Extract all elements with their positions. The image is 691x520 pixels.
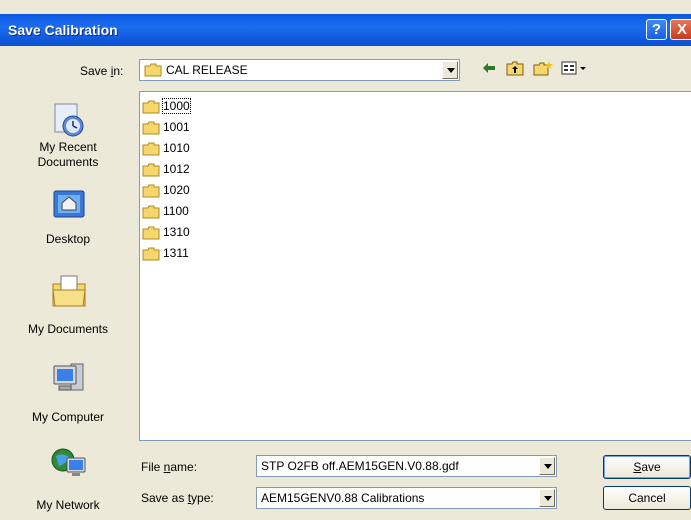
folder-icon xyxy=(142,163,160,177)
place-label: Desktop xyxy=(45,232,91,246)
recent-documents-icon xyxy=(51,102,87,138)
file-name-text: 1310 xyxy=(163,225,190,239)
list-item[interactable]: 1012 xyxy=(142,160,190,178)
list-item[interactable]: 1010 xyxy=(142,139,190,157)
my-documents-icon xyxy=(51,274,87,310)
file-list[interactable]: 1000 1001 1010 1012 1020 1100 1310 1311 xyxy=(139,91,691,441)
folder-icon xyxy=(142,205,160,219)
file-name-dropdown-arrow[interactable] xyxy=(539,457,555,475)
file-name-text: 1012 xyxy=(163,162,190,176)
folder-icon xyxy=(144,63,162,77)
new-folder-icon[interactable] xyxy=(532,60,554,80)
save-as-type-dropdown-arrow[interactable] xyxy=(539,489,555,507)
title-bar[interactable]: Save Calibration ? X xyxy=(0,14,691,46)
folder-icon xyxy=(142,121,160,135)
folder-icon xyxy=(142,184,160,198)
file-name-label: File name: xyxy=(141,460,198,474)
place-label: My Computer xyxy=(31,410,105,424)
places-bar: My Recent Documents Desktop My Documents… xyxy=(10,94,126,520)
file-name-text: 1001 xyxy=(163,120,190,134)
list-item[interactable]: 1100 xyxy=(142,202,189,220)
save-as-type-select[interactable]: AEM15GENV0.88 Calibrations xyxy=(256,487,557,509)
save-in-dropdown-arrow[interactable] xyxy=(442,61,458,79)
list-item[interactable]: 1311 xyxy=(142,244,189,262)
close-button[interactable]: X xyxy=(670,19,691,40)
window-title: Save Calibration xyxy=(8,22,118,38)
file-name-value[interactable]: STP O2FB off.AEM15GEN.V0.88.gdf xyxy=(261,459,459,473)
place-label-line2: Documents xyxy=(37,155,99,169)
back-icon[interactable] xyxy=(478,60,500,80)
place-label: My Documents xyxy=(27,322,109,336)
list-item[interactable]: 1310 xyxy=(142,223,190,241)
view-menu-icon[interactable] xyxy=(560,60,590,80)
file-name-text: 1000 xyxy=(162,98,191,114)
folder-icon xyxy=(142,142,160,156)
file-name-text: 1020 xyxy=(163,183,190,197)
folder-icon xyxy=(142,247,160,261)
file-name-input[interactable]: STP O2FB off.AEM15GEN.V0.88.gdf xyxy=(256,455,557,477)
folder-icon xyxy=(142,100,160,114)
list-item[interactable]: 1020 xyxy=(142,181,190,199)
save-in-label: Save in: xyxy=(80,64,124,78)
save-as-type-value: AEM15GENV0.88 Calibrations xyxy=(261,491,425,505)
file-name-text: 1311 xyxy=(163,246,189,260)
my-network-icon xyxy=(51,446,87,482)
my-computer-icon xyxy=(51,360,87,396)
help-button[interactable]: ? xyxy=(646,19,667,40)
save-in-combo[interactable]: CAL RELEASE xyxy=(139,59,460,81)
cancel-button[interactable]: Cancel xyxy=(603,486,691,510)
list-item[interactable]: 1000 xyxy=(142,97,191,115)
list-item[interactable]: 1001 xyxy=(142,118,190,136)
folder-icon xyxy=(142,226,160,240)
file-name-text: 1010 xyxy=(163,141,190,155)
save-button[interactable]: Save xyxy=(603,455,691,479)
file-name-text: 1100 xyxy=(163,204,189,218)
place-label: My Recent xyxy=(39,140,97,154)
place-label: My Network xyxy=(36,498,100,512)
up-folder-icon[interactable] xyxy=(504,60,526,80)
desktop-icon xyxy=(51,188,87,224)
save-in-value: CAL RELEASE xyxy=(166,63,248,77)
save-calibration-dialog: Save Calibration ? X Save in: CAL RELEAS… xyxy=(0,0,691,520)
save-as-type-label: Save as type: xyxy=(141,491,214,505)
